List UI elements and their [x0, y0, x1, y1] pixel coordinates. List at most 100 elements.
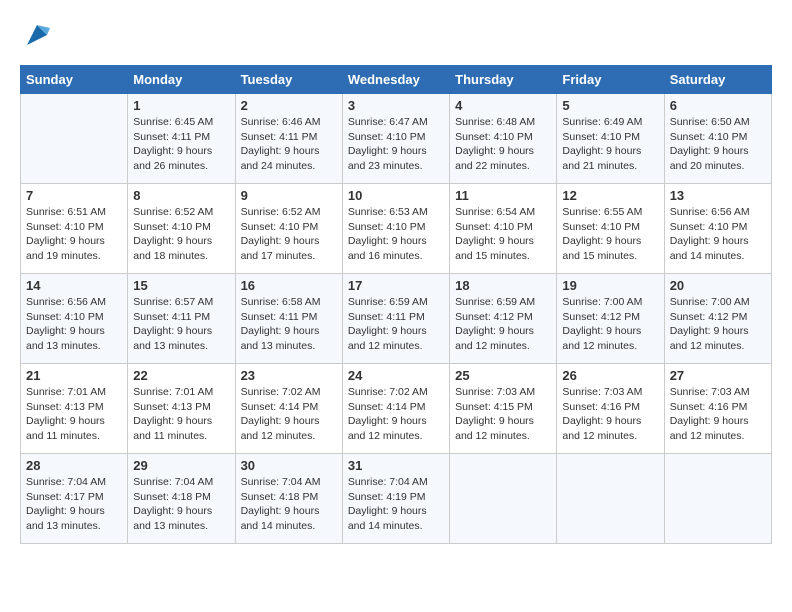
day-number: 27: [670, 368, 766, 383]
calendar-cell: 18 Sunrise: 6:59 AM Sunset: 4:12 PM Dayl…: [450, 274, 557, 364]
sunrise-text: Sunrise: 7:02 AM: [241, 386, 321, 398]
day-info: Sunrise: 6:56 AM Sunset: 4:10 PM Dayligh…: [670, 205, 766, 264]
calendar-cell: 16 Sunrise: 6:58 AM Sunset: 4:11 PM Dayl…: [235, 274, 342, 364]
day-info: Sunrise: 7:01 AM Sunset: 4:13 PM Dayligh…: [26, 385, 122, 444]
calendar-cell: 5 Sunrise: 6:49 AM Sunset: 4:10 PM Dayli…: [557, 94, 664, 184]
sunset-text: Sunset: 4:10 PM: [562, 131, 640, 143]
calendar-cell: 25 Sunrise: 7:03 AM Sunset: 4:15 PM Dayl…: [450, 364, 557, 454]
sunset-text: Sunset: 4:11 PM: [241, 131, 318, 143]
day-info: Sunrise: 6:59 AM Sunset: 4:11 PM Dayligh…: [348, 295, 444, 354]
day-info: Sunrise: 6:56 AM Sunset: 4:10 PM Dayligh…: [26, 295, 122, 354]
sunrise-text: Sunrise: 6:47 AM: [348, 116, 428, 128]
daylight-text: Daylight: 9 hours and 11 minutes.: [133, 415, 212, 442]
day-info: Sunrise: 6:59 AM Sunset: 4:12 PM Dayligh…: [455, 295, 551, 354]
calendar-cell: [664, 454, 771, 544]
calendar-cell: 7 Sunrise: 6:51 AM Sunset: 4:10 PM Dayli…: [21, 184, 128, 274]
sunrise-text: Sunrise: 7:02 AM: [348, 386, 428, 398]
daylight-text: Daylight: 9 hours and 15 minutes.: [562, 235, 641, 262]
daylight-text: Daylight: 9 hours and 12 minutes.: [455, 325, 534, 352]
calendar-cell: 17 Sunrise: 6:59 AM Sunset: 4:11 PM Dayl…: [342, 274, 449, 364]
calendar-cell: 13 Sunrise: 6:56 AM Sunset: 4:10 PM Dayl…: [664, 184, 771, 274]
day-number: 6: [670, 98, 766, 113]
day-number: 29: [133, 458, 229, 473]
day-info: Sunrise: 6:57 AM Sunset: 4:11 PM Dayligh…: [133, 295, 229, 354]
day-number: 14: [26, 278, 122, 293]
calendar-cell: 30 Sunrise: 7:04 AM Sunset: 4:18 PM Dayl…: [235, 454, 342, 544]
day-header-thursday: Thursday: [450, 66, 557, 94]
day-number: 17: [348, 278, 444, 293]
sunset-text: Sunset: 4:10 PM: [455, 221, 533, 233]
daylight-text: Daylight: 9 hours and 26 minutes.: [133, 145, 212, 172]
calendar-cell: 27 Sunrise: 7:03 AM Sunset: 4:16 PM Dayl…: [664, 364, 771, 454]
sunset-text: Sunset: 4:14 PM: [241, 401, 319, 413]
sunset-text: Sunset: 4:16 PM: [562, 401, 640, 413]
daylight-text: Daylight: 9 hours and 14 minutes.: [670, 235, 749, 262]
day-number: 26: [562, 368, 658, 383]
daylight-text: Daylight: 9 hours and 12 minutes.: [670, 415, 749, 442]
sunset-text: Sunset: 4:18 PM: [241, 491, 319, 503]
sunset-text: Sunset: 4:10 PM: [670, 131, 748, 143]
day-info: Sunrise: 6:54 AM Sunset: 4:10 PM Dayligh…: [455, 205, 551, 264]
daylight-text: Daylight: 9 hours and 17 minutes.: [241, 235, 320, 262]
calendar-week-row: 7 Sunrise: 6:51 AM Sunset: 4:10 PM Dayli…: [21, 184, 772, 274]
day-number: 25: [455, 368, 551, 383]
daylight-text: Daylight: 9 hours and 12 minutes.: [670, 325, 749, 352]
day-info: Sunrise: 7:04 AM Sunset: 4:18 PM Dayligh…: [133, 475, 229, 534]
day-number: 3: [348, 98, 444, 113]
sunrise-text: Sunrise: 7:03 AM: [455, 386, 535, 398]
day-number: 19: [562, 278, 658, 293]
daylight-text: Daylight: 9 hours and 16 minutes.: [348, 235, 427, 262]
calendar-cell: 1 Sunrise: 6:45 AM Sunset: 4:11 PM Dayli…: [128, 94, 235, 184]
sunrise-text: Sunrise: 7:04 AM: [26, 476, 106, 488]
calendar-cell: [21, 94, 128, 184]
sunrise-text: Sunrise: 7:04 AM: [133, 476, 213, 488]
sunrise-text: Sunrise: 7:01 AM: [133, 386, 213, 398]
daylight-text: Daylight: 9 hours and 15 minutes.: [455, 235, 534, 262]
day-number: 30: [241, 458, 337, 473]
day-number: 28: [26, 458, 122, 473]
sunrise-text: Sunrise: 6:46 AM: [241, 116, 321, 128]
day-header-saturday: Saturday: [664, 66, 771, 94]
daylight-text: Daylight: 9 hours and 13 minutes.: [26, 505, 105, 532]
day-info: Sunrise: 6:52 AM Sunset: 4:10 PM Dayligh…: [133, 205, 229, 264]
sunset-text: Sunset: 4:10 PM: [348, 221, 426, 233]
calendar-week-row: 28 Sunrise: 7:04 AM Sunset: 4:17 PM Dayl…: [21, 454, 772, 544]
daylight-text: Daylight: 9 hours and 24 minutes.: [241, 145, 320, 172]
sunset-text: Sunset: 4:10 PM: [241, 221, 319, 233]
day-info: Sunrise: 6:50 AM Sunset: 4:10 PM Dayligh…: [670, 115, 766, 174]
daylight-text: Daylight: 9 hours and 19 minutes.: [26, 235, 105, 262]
sunrise-text: Sunrise: 6:53 AM: [348, 206, 428, 218]
day-info: Sunrise: 6:45 AM Sunset: 4:11 PM Dayligh…: [133, 115, 229, 174]
daylight-text: Daylight: 9 hours and 12 minutes.: [455, 415, 534, 442]
calendar-cell: 10 Sunrise: 6:53 AM Sunset: 4:10 PM Dayl…: [342, 184, 449, 274]
calendar-cell: [557, 454, 664, 544]
sunrise-text: Sunrise: 7:00 AM: [562, 296, 642, 308]
day-info: Sunrise: 7:03 AM Sunset: 4:16 PM Dayligh…: [670, 385, 766, 444]
sunset-text: Sunset: 4:11 PM: [133, 311, 210, 323]
day-number: 5: [562, 98, 658, 113]
sunset-text: Sunset: 4:14 PM: [348, 401, 426, 413]
sunrise-text: Sunrise: 6:49 AM: [562, 116, 642, 128]
sunrise-text: Sunrise: 6:52 AM: [133, 206, 213, 218]
sunrise-text: Sunrise: 6:55 AM: [562, 206, 642, 218]
day-number: 22: [133, 368, 229, 383]
day-number: 12: [562, 188, 658, 203]
calendar-week-row: 1 Sunrise: 6:45 AM Sunset: 4:11 PM Dayli…: [21, 94, 772, 184]
sunrise-text: Sunrise: 7:00 AM: [670, 296, 750, 308]
daylight-text: Daylight: 9 hours and 14 minutes.: [348, 505, 427, 532]
day-number: 8: [133, 188, 229, 203]
day-header-tuesday: Tuesday: [235, 66, 342, 94]
sunrise-text: Sunrise: 6:58 AM: [241, 296, 321, 308]
daylight-text: Daylight: 9 hours and 13 minutes.: [133, 325, 212, 352]
day-info: Sunrise: 7:04 AM Sunset: 4:18 PM Dayligh…: [241, 475, 337, 534]
day-header-wednesday: Wednesday: [342, 66, 449, 94]
calendar-cell: 31 Sunrise: 7:04 AM Sunset: 4:19 PM Dayl…: [342, 454, 449, 544]
day-info: Sunrise: 6:58 AM Sunset: 4:11 PM Dayligh…: [241, 295, 337, 354]
sunrise-text: Sunrise: 7:03 AM: [670, 386, 750, 398]
daylight-text: Daylight: 9 hours and 12 minutes.: [241, 415, 320, 442]
day-info: Sunrise: 6:53 AM Sunset: 4:10 PM Dayligh…: [348, 205, 444, 264]
sunrise-text: Sunrise: 7:01 AM: [26, 386, 106, 398]
day-number: 7: [26, 188, 122, 203]
sunset-text: Sunset: 4:16 PM: [670, 401, 748, 413]
sunrise-text: Sunrise: 6:45 AM: [133, 116, 213, 128]
